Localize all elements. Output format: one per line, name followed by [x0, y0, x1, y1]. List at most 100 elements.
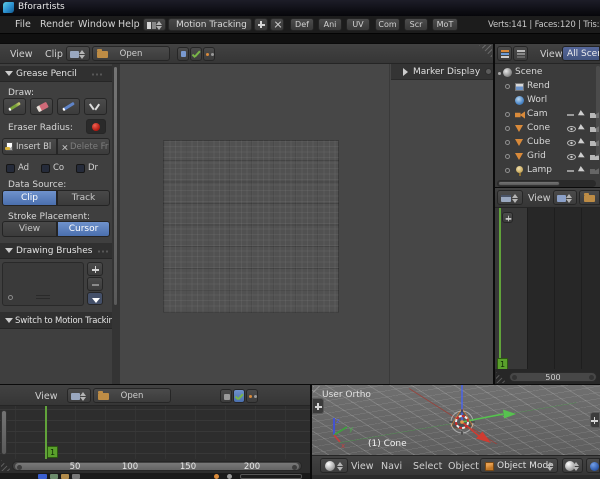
menu-render[interactable]: Render — [40, 19, 74, 30]
dope-view-menu[interactable]: View — [528, 193, 551, 204]
render-visibility-icon[interactable] — [590, 168, 599, 174]
brush-remove-button[interactable] — [87, 277, 103, 291]
panel-drag-dots[interactable] — [464, 70, 477, 75]
expander-icon[interactable] — [505, 112, 510, 117]
shading-selector[interactable] — [562, 458, 583, 473]
dot-tool-button[interactable] — [203, 47, 215, 61]
graph-open-button[interactable]: Open — [93, 388, 171, 403]
layout-selector-button[interactable] — [143, 18, 166, 31]
stroke-view-button[interactable]: View — [2, 221, 57, 237]
drawing-brushes-panel-header[interactable]: Drawing Brushes — [0, 243, 112, 259]
outliner-row-camera[interactable]: Cam — [495, 108, 600, 122]
eye-icon[interactable] — [567, 114, 574, 116]
eye-icon[interactable] — [567, 154, 576, 160]
graph-curves-button[interactable] — [233, 389, 245, 403]
data-source-track-button[interactable]: Track — [57, 190, 110, 206]
eye-icon[interactable] — [567, 126, 576, 132]
pin-tool-button[interactable] — [177, 47, 189, 61]
scrollbar-cap[interactable] — [485, 68, 492, 75]
graph-view-menu[interactable]: View — [35, 391, 58, 402]
eraser-color-button[interactable] — [86, 119, 106, 134]
outliner-display-button[interactable] — [513, 46, 528, 61]
graph-dot-button[interactable] — [246, 389, 258, 403]
editor-type-selector[interactable] — [66, 46, 90, 61]
area-corner-grip[interactable] — [496, 372, 507, 383]
outliner-row-renderlayers[interactable]: Rend — [495, 80, 600, 94]
mode-selector-dropd[interactable]: Object Mode — [480, 458, 558, 473]
expander-icon[interactable] — [505, 154, 510, 159]
clip-canvas[interactable]: Marker Display — [120, 64, 493, 385]
outliner-row-grid[interactable]: Grid — [495, 150, 600, 164]
viewport-view-menu[interactable]: View — [351, 461, 374, 472]
expander-icon[interactable] — [505, 168, 510, 173]
area-corner-grip[interactable] — [479, 45, 492, 58]
viewport-navi-menu[interactable]: Navi — [381, 461, 402, 472]
panel-drag-dots[interactable] — [97, 249, 110, 254]
outliner-row-cone[interactable]: Cone — [495, 122, 600, 136]
current-frame-line[interactable] — [499, 208, 501, 369]
brush-add-button[interactable] — [87, 262, 103, 276]
draw-polyline-button[interactable] — [84, 98, 107, 115]
dope-open-button[interactable] — [579, 190, 600, 205]
editor-type-selector[interactable] — [320, 458, 348, 473]
properties-expand-tab[interactable] — [590, 412, 600, 428]
workspace-tab-ani[interactable]: Ani — [318, 18, 342, 31]
cursor-select-icon[interactable] — [577, 137, 587, 147]
outliner-hscrollbar[interactable] — [497, 180, 596, 187]
outliner-row-cube[interactable]: Cube — [495, 136, 600, 150]
draw-pencil-button[interactable] — [3, 98, 26, 115]
menu-help[interactable]: Help — [118, 19, 140, 30]
workspace-tab-scr[interactable]: Scr — [404, 18, 428, 31]
brush-specials-button[interactable] — [87, 292, 103, 305]
editor-type-selector[interactable] — [497, 190, 523, 205]
curves-tool-button[interactable] — [190, 47, 202, 61]
dope-hscrollbar[interactable]: 500 — [509, 372, 597, 382]
toggle-ad-checkbox[interactable] — [6, 164, 15, 173]
expander-icon[interactable] — [498, 72, 501, 75]
add-layout-button[interactable] — [254, 18, 268, 31]
marker-display-panel-header[interactable]: Marker Display — [391, 64, 493, 80]
graph-canvas[interactable]: 1 — [0, 406, 310, 459]
eye-icon[interactable] — [567, 170, 574, 172]
menu-file[interactable]: File — [15, 19, 31, 30]
dope-canvas[interactable]: 1 — [495, 208, 600, 369]
outliner-editor-selector[interactable] — [497, 46, 512, 61]
outliner-row-lamp[interactable]: Lamp — [495, 164, 600, 178]
cursor-select-icon[interactable] — [577, 151, 587, 161]
area-corner-grip[interactable] — [1, 460, 12, 471]
expander-icon[interactable] — [505, 126, 510, 131]
workspace-tab-mot[interactable]: MoT — [432, 18, 458, 31]
draw-pen-button[interactable] — [57, 98, 80, 115]
delete-frame-button[interactable]: Delete Fr — [57, 138, 110, 155]
expander-icon[interactable] — [505, 140, 510, 145]
stroke-cursor-button[interactable]: Cursor — [57, 221, 110, 237]
grease-pencil-panel-header[interactable]: Grease Pencil — [0, 66, 112, 82]
editor-type-selector[interactable] — [67, 388, 91, 403]
outliner-vscrollbar[interactable] — [596, 66, 600, 156]
toggle-dr-checkbox[interactable] — [76, 164, 85, 173]
open-clip-button[interactable]: Open — [92, 46, 170, 61]
layout-name-dropdown[interactable]: Motion Tracking — [168, 18, 252, 31]
expander-icon[interactable] — [505, 84, 510, 89]
viewport-select-menu[interactable]: Select — [413, 461, 442, 472]
viewport-object-menu[interactable]: Object — [448, 461, 479, 472]
draw-eraser-button[interactable] — [30, 98, 53, 115]
switch-motion-panel-header[interactable]: Switch to Motion Trackin — [0, 312, 114, 329]
toolbar-expand-tab[interactable] — [312, 398, 324, 414]
tool-panel-scrollbar[interactable] — [112, 64, 120, 385]
viewport-canvas[interactable]: z y x User Ortho (1) Cone — [312, 385, 600, 455]
outliner-row-scene[interactable]: Scene — [495, 66, 600, 80]
menu-window[interactable]: Window — [78, 19, 115, 30]
cursor-select-icon[interactable] — [577, 109, 587, 119]
brush-list-box[interactable] — [2, 262, 84, 306]
data-source-clip-button[interactable]: Clip — [2, 190, 57, 206]
clip-view-menu[interactable]: View — [10, 49, 33, 60]
toggle-co-checkbox[interactable] — [41, 164, 50, 173]
panel-drag-dots[interactable] — [91, 72, 104, 77]
close-layout-button[interactable] — [270, 18, 284, 31]
workspace-tab-def[interactable]: Def — [290, 18, 314, 31]
cursor-select-icon[interactable] — [577, 165, 587, 175]
insert-blank-button[interactable]: Insert Bl — [2, 138, 57, 155]
eye-icon[interactable] — [567, 140, 576, 146]
outliner-row-world[interactable]: Worl — [495, 94, 600, 108]
